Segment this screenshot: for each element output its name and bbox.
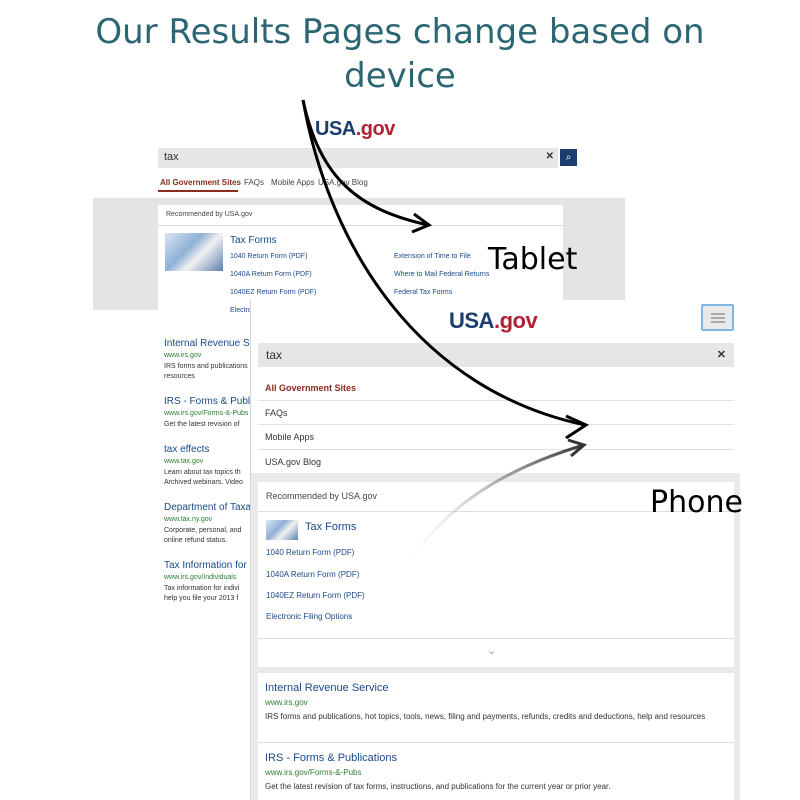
results-list: Internal Revenue Service www.irs.gov IRS…	[258, 673, 734, 800]
link-1040[interactable]: 1040 Return Form (PDF)	[230, 253, 307, 260]
link-1040ez[interactable]: 1040EZ Return Form (PDF)	[266, 591, 365, 600]
recommended-label: Recommended by USA.gov	[266, 491, 378, 501]
link-federal-tax-forms[interactable]: Federal Tax Forms	[394, 289, 452, 296]
result-desc: Corporate, personal, and	[164, 527, 242, 534]
result-url: www.irs.gov	[164, 352, 202, 359]
result-desc: Learn about tax topics th	[164, 469, 241, 476]
tax-forms-thumbnail	[266, 520, 298, 540]
tax-forms-thumbnail	[165, 233, 223, 271]
result-item: IRS - Forms & Publications www.irs.gov/F…	[258, 752, 734, 793]
divider	[258, 742, 734, 743]
result-desc: Get the latest revision of tax forms, in…	[265, 782, 611, 791]
link-electronic-filing[interactable]: Electronic Filing Options	[266, 612, 352, 621]
nav-mobile-apps[interactable]: Mobile Apps	[258, 425, 734, 450]
recommended-label: Recommended by USA.gov	[166, 211, 253, 218]
nav-faqs[interactable]: FAQs	[258, 401, 734, 425]
result-desc: Get the latest revision of	[164, 421, 240, 428]
link-extension[interactable]: Extension of Time to File	[394, 253, 471, 260]
result-title[interactable]: IRS - Forms & Publications	[258, 752, 734, 764]
phone-label: Phone	[650, 485, 743, 520]
nav-usagov-blog[interactable]: USA.gov Blog	[258, 450, 734, 474]
search-icon: ⌕	[565, 152, 572, 163]
link-where-to-mail[interactable]: Where to Mail Federal Returns	[394, 271, 489, 278]
result-title[interactable]: Internal Revenue Service	[258, 682, 734, 694]
search-button[interactable]: ⌕	[560, 149, 577, 166]
active-tab-indicator	[158, 190, 238, 192]
usagov-logo[interactable]: USA.gov	[315, 118, 395, 141]
link-1040a[interactable]: 1040A Return Form (PDF)	[230, 271, 312, 278]
times-icon[interactable]: ✕	[546, 151, 554, 162]
search-query: tax	[266, 348, 283, 362]
chevron-down-icon[interactable]: ⌄	[487, 644, 496, 657]
tab-faqs[interactable]: FAQs	[244, 178, 264, 187]
results-list: Internal Revenue Service www.irs.gov IRS…	[158, 330, 297, 605]
result-url: www.tax.ny.gov	[164, 516, 213, 523]
slide-title: Our Results Pages change based on device	[95, 12, 705, 96]
result-url: www.irs.gov/Forms-&-Pubs	[265, 768, 362, 777]
nav-list: All Government Sites FAQs Mobile Apps US…	[258, 376, 734, 474]
link-1040a[interactable]: 1040A Return Form (PDF)	[266, 570, 359, 579]
result-desc: online refund status.	[164, 537, 228, 544]
menu-button[interactable]	[701, 304, 734, 331]
link-1040[interactable]: 1040 Return Form (PDF)	[266, 548, 354, 557]
result-title[interactable]: tax effects	[164, 444, 209, 455]
tab-bar: All Government Sites FAQs Mobile Apps US…	[158, 174, 588, 192]
tab-all-government-sites[interactable]: All Government Sites	[160, 178, 241, 187]
divider	[258, 638, 734, 639]
search-input[interactable]: tax ✕	[258, 343, 734, 367]
result-url: www.irs.gov/Forms-&-Pubs	[164, 410, 249, 417]
times-icon[interactable]: ✕	[717, 348, 726, 361]
phone-screenshot: USA.gov tax ✕ All Government Sites FAQs …	[250, 300, 740, 800]
result-desc: Archived webinars. Video	[164, 479, 243, 486]
result-desc: IRS forms and publications	[164, 363, 248, 370]
search-query: tax	[164, 151, 179, 163]
tab-usagov-blog[interactable]: USA.gov Blog	[318, 178, 368, 187]
result-desc: Tax information for indivi	[164, 585, 240, 592]
tax-forms-title[interactable]: Tax Forms	[305, 521, 356, 533]
tax-forms-title[interactable]: Tax Forms	[230, 235, 277, 246]
result-desc: help you file your 2013 f	[164, 595, 239, 602]
nav-all-government-sites[interactable]: All Government Sites	[258, 376, 734, 401]
result-url: www.irs.gov	[265, 698, 308, 707]
link-1040ez[interactable]: 1040EZ Return Form (PDF)	[230, 289, 316, 296]
result-url: www.irs.gov/Individuals	[164, 574, 237, 581]
result-desc: resources	[164, 373, 195, 380]
tab-mobile-apps[interactable]: Mobile Apps	[271, 178, 315, 187]
tablet-label: Tablet	[488, 242, 578, 277]
result-item: Internal Revenue Service www.irs.gov IRS…	[258, 682, 734, 723]
search-input[interactable]: tax ✕	[158, 148, 558, 168]
result-desc: IRS forms and publications, hot topics, …	[265, 712, 706, 721]
result-url: www.tax.gov	[164, 458, 204, 465]
divider	[158, 225, 563, 226]
usagov-logo[interactable]: USA.gov	[449, 308, 538, 334]
